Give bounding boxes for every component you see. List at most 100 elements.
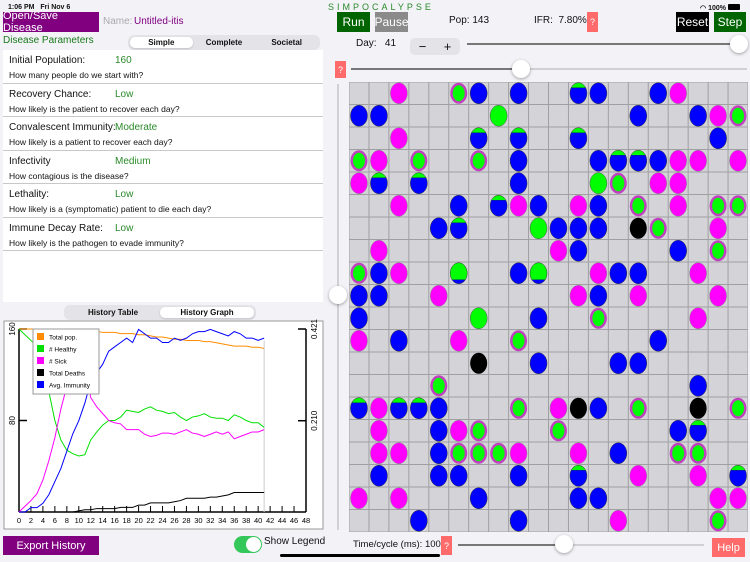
person-sick[interactable] [549, 397, 568, 419]
tab-history-table[interactable]: History Table [66, 307, 160, 318]
person-immune[interactable] [609, 262, 628, 284]
person-healthy-infected[interactable] [729, 195, 747, 217]
person-healthy[interactable] [469, 307, 488, 329]
person-immune[interactable] [370, 262, 388, 284]
day-decrement-button[interactable]: − [410, 38, 435, 55]
parameter-value[interactable]: Low [115, 89, 133, 100]
person-healthy[interactable] [589, 172, 608, 194]
person-sick[interactable] [689, 465, 707, 487]
person-sick[interactable] [649, 172, 667, 194]
run-button[interactable]: Run [337, 12, 370, 32]
person-sick[interactable] [370, 240, 388, 262]
person-healthy-infected[interactable] [490, 442, 508, 464]
person-immune[interactable] [649, 330, 667, 352]
person-immune[interactable] [370, 105, 388, 127]
parameter-value[interactable]: 160 [115, 55, 132, 66]
person-immune[interactable] [509, 465, 528, 487]
vertical-slider[interactable] [337, 84, 339, 530]
person-immune-partial[interactable] [569, 82, 588, 104]
person-immune[interactable] [509, 172, 528, 194]
pause-button[interactable]: Pause [374, 12, 409, 32]
person-immune[interactable] [589, 397, 608, 419]
person-dead[interactable] [689, 397, 707, 419]
person-immune[interactable] [430, 397, 448, 419]
simulation-grid[interactable] [349, 82, 748, 532]
person-sick[interactable] [509, 195, 528, 217]
person-immune[interactable] [709, 127, 727, 149]
person-sick[interactable] [549, 240, 568, 262]
person-immune[interactable] [569, 487, 588, 509]
person-sick[interactable] [370, 420, 388, 442]
show-legend-toggle[interactable] [234, 536, 262, 553]
person-healthy-infected[interactable] [510, 330, 528, 352]
person-immune[interactable] [469, 82, 488, 104]
person-immune[interactable] [509, 262, 528, 284]
person-sick[interactable] [689, 307, 707, 329]
person-sick[interactable] [669, 82, 687, 104]
person-sick[interactable] [390, 82, 408, 104]
person-healthy-infected[interactable] [549, 420, 567, 442]
person-healthy-infected[interactable] [709, 195, 727, 217]
horizontal-slider-thumb[interactable] [512, 60, 531, 78]
person-immune[interactable] [509, 82, 528, 104]
person-immune[interactable] [449, 465, 468, 487]
slider-help-button[interactable]: ? [335, 61, 346, 78]
person-immune[interactable] [589, 285, 608, 307]
tab-history-graph[interactable]: History Graph [160, 307, 254, 318]
person-sick[interactable] [449, 420, 468, 442]
parameter-value[interactable]: Low [115, 223, 133, 234]
person-immune[interactable] [689, 375, 707, 397]
person-immune[interactable] [509, 150, 528, 172]
person-sick[interactable] [449, 330, 468, 352]
person-immune-partial[interactable] [689, 420, 707, 442]
person-dead[interactable] [629, 217, 647, 239]
person-immune[interactable] [669, 240, 687, 262]
person-dead[interactable] [470, 352, 488, 374]
time-help-button[interactable]: ? [441, 536, 452, 555]
person-healthy-infected[interactable] [729, 105, 747, 127]
person-immune[interactable] [430, 442, 448, 464]
person-immune[interactable] [350, 285, 368, 307]
person-immune[interactable] [569, 240, 588, 262]
step-button[interactable]: Step [714, 12, 746, 32]
person-immune[interactable] [430, 217, 448, 239]
tab-simple[interactable]: Simple [130, 37, 193, 48]
person-immune[interactable] [589, 487, 608, 509]
person-immune[interactable] [350, 307, 368, 329]
person-sick[interactable] [350, 330, 368, 352]
person-immune-partial[interactable] [370, 172, 388, 194]
person-immune-partial[interactable] [350, 397, 368, 419]
person-immune[interactable] [469, 487, 488, 509]
person-immune[interactable] [529, 195, 548, 217]
person-immune[interactable] [430, 420, 448, 442]
person-sick[interactable] [629, 285, 648, 307]
person-immune[interactable] [390, 330, 408, 352]
person-healthy-infected[interactable] [470, 150, 488, 172]
person-sick[interactable] [709, 217, 727, 239]
person-immune[interactable] [370, 465, 388, 487]
day-slider-thumb[interactable] [730, 35, 748, 53]
person-sick[interactable] [729, 150, 747, 172]
person-healthy-infected[interactable] [709, 510, 727, 532]
person-sick[interactable] [390, 127, 408, 149]
person-immune[interactable] [529, 352, 548, 374]
person-immune-partial[interactable] [629, 150, 648, 172]
person-sick[interactable] [509, 442, 528, 464]
tab-societal[interactable]: Societal [255, 37, 318, 48]
tab-complete[interactable]: Complete [193, 37, 256, 48]
person-immune-partial[interactable] [609, 150, 628, 172]
person-immune[interactable] [669, 420, 687, 442]
person-immune[interactable] [649, 82, 667, 104]
person-immune[interactable] [350, 105, 368, 127]
person-sick[interactable] [729, 487, 747, 509]
person-healthy-infected[interactable] [629, 397, 647, 419]
person-sick[interactable] [370, 442, 388, 464]
person-healthy[interactable] [529, 217, 548, 239]
person-sick[interactable] [709, 285, 727, 307]
parameter-value[interactable]: Medium [115, 156, 151, 167]
person-sick[interactable] [669, 150, 687, 172]
person-sick[interactable] [569, 195, 588, 217]
person-immune[interactable] [509, 510, 528, 532]
reset-button[interactable]: Reset [676, 12, 709, 32]
person-immune[interactable] [609, 442, 628, 464]
